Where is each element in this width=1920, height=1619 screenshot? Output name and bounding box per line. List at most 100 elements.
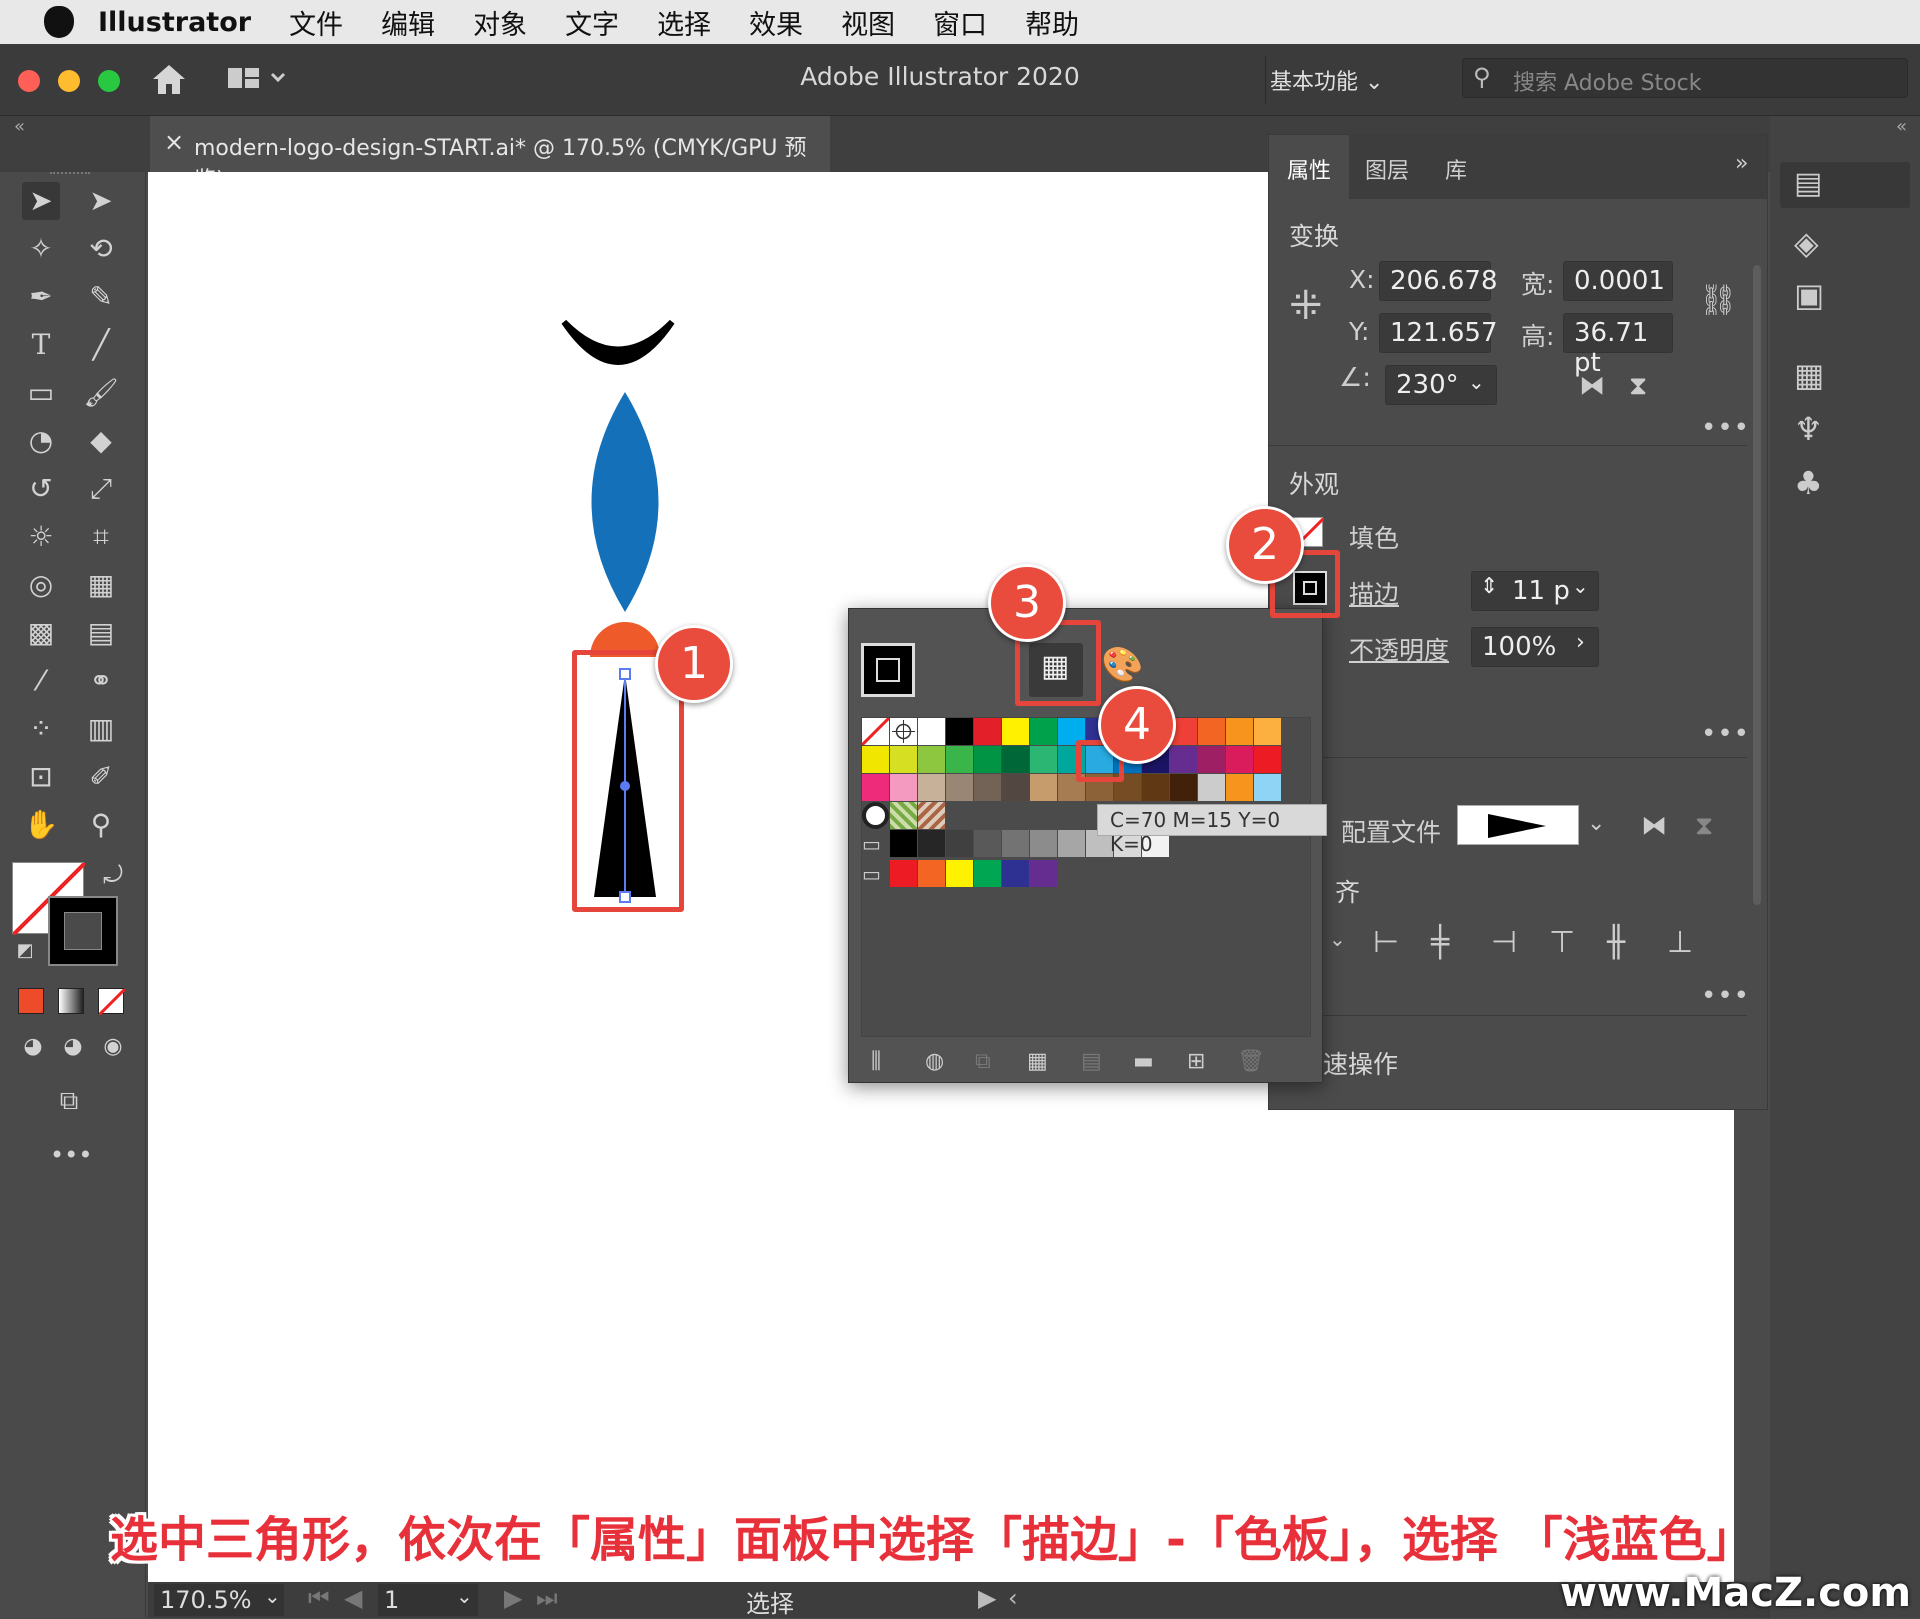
color-swatch[interactable] xyxy=(974,774,1001,801)
color-group-icon[interactable]: ▤ xyxy=(1081,1049,1102,1074)
menu-help[interactable]: 帮助 xyxy=(1025,3,1079,42)
screen-mode-icon[interactable]: ⧉ xyxy=(50,1082,88,1120)
color-swatch[interactable] xyxy=(890,830,917,857)
constrain-proportions-icon[interactable]: ⛓ xyxy=(1699,283,1737,318)
curvature-tool-icon[interactable]: ✎ xyxy=(82,278,120,316)
column-graph-tool-icon[interactable]: ▥ xyxy=(82,710,120,748)
color-swatch[interactable] xyxy=(1002,746,1029,773)
color-swatch[interactable] xyxy=(890,860,917,887)
reference-point-icon[interactable]: ⁜ xyxy=(1289,283,1323,329)
apple-icon[interactable] xyxy=(44,6,74,38)
stroke-preview-swatch[interactable] xyxy=(861,643,915,697)
last-artboard-icon[interactable]: ⏭ xyxy=(536,1584,558,1612)
color-swatch[interactable] xyxy=(1170,774,1197,801)
color-swatch[interactable] xyxy=(974,746,1001,773)
warp-tool-icon[interactable]: ☼ xyxy=(22,518,60,556)
hand-tool-icon[interactable]: ✋ xyxy=(22,806,60,844)
pattern-swatch[interactable] xyxy=(918,802,945,829)
collapse-dock-icon[interactable]: « xyxy=(1896,116,1907,137)
gradient-mode-icon[interactable] xyxy=(58,988,84,1014)
default-fill-stroke-icon[interactable]: ◩ xyxy=(6,932,44,970)
color-swatch[interactable] xyxy=(1254,718,1281,745)
color-swatch[interactable] xyxy=(1002,860,1029,887)
eyedropper-tool-icon[interactable]: ⁄ xyxy=(22,662,60,700)
swatch-libraries-icon[interactable]: ⫼ xyxy=(871,1049,881,1074)
color-swatch[interactable] xyxy=(918,746,945,773)
new-swatch-icon[interactable]: ⊞ xyxy=(1187,1049,1205,1074)
color-swatch[interactable] xyxy=(1030,774,1057,801)
color-swatch[interactable] xyxy=(862,774,889,801)
flip-profile-axis-icon[interactable]: ⧗ xyxy=(1695,811,1713,842)
blue-leaf-shape[interactable] xyxy=(591,392,659,612)
align-vertical-center-icon[interactable]: ╫ xyxy=(1607,925,1625,960)
arrange-documents-icon[interactable] xyxy=(226,66,290,92)
place-swatch-icon[interactable]: ⧉ xyxy=(975,1049,991,1074)
color-swatch[interactable] xyxy=(890,746,917,773)
symbols-icon[interactable]: ♣ xyxy=(1794,464,1823,502)
mesh-tool-icon[interactable]: ▩ xyxy=(22,614,60,652)
layers-icon[interactable]: ◈ xyxy=(1794,224,1819,262)
first-artboard-icon[interactable]: ⏮ xyxy=(308,1584,330,1612)
color-swatch[interactable] xyxy=(1030,830,1057,857)
color-swatch[interactable] xyxy=(890,774,917,801)
chevron-down-icon[interactable]: ⌄ xyxy=(1587,811,1605,836)
collapse-toolbar-icon[interactable]: « xyxy=(14,116,25,137)
scale-tool-icon[interactable]: ⤢ xyxy=(82,470,120,508)
gradient-tool-icon[interactable]: ▤ xyxy=(82,614,120,652)
rotate-tool-icon[interactable]: ↺ xyxy=(22,470,60,508)
align-bottom-icon[interactable]: ⊥ xyxy=(1667,925,1693,960)
color-swatch[interactable] xyxy=(918,860,945,887)
opacity-input[interactable]: 100% › xyxy=(1471,627,1599,667)
color-swatch[interactable] xyxy=(1254,774,1281,801)
color-mixer-icon[interactable]: 🎨 xyxy=(1101,645,1143,685)
menu-file[interactable]: 文件 xyxy=(289,3,343,42)
libraries-icon[interactable]: ▣ xyxy=(1794,276,1824,314)
color-swatch[interactable] xyxy=(1226,718,1253,745)
previous-artboard-icon[interactable]: ◀ xyxy=(344,1584,362,1612)
color-swatch[interactable] xyxy=(918,718,945,745)
menu-app-name[interactable]: Illustrator xyxy=(98,7,251,38)
color-swatch[interactable] xyxy=(1002,774,1029,801)
stroke-profile-dropdown[interactable] xyxy=(1457,805,1579,845)
tab-layers[interactable]: 图层 xyxy=(1365,135,1409,199)
color-swatch[interactable] xyxy=(1198,774,1225,801)
color-swatch[interactable] xyxy=(946,774,973,801)
stroke-label[interactable]: 描边 xyxy=(1349,575,1399,611)
color-swatch[interactable] xyxy=(974,718,1001,745)
edit-toolbar-icon[interactable]: ••• xyxy=(50,1136,92,1174)
color-swatch[interactable] xyxy=(974,860,1001,887)
properties-dock-button[interactable]: ▤ xyxy=(1780,162,1910,208)
color-swatch[interactable] xyxy=(1226,774,1253,801)
color-swatch[interactable] xyxy=(1142,774,1169,801)
align-top-icon[interactable]: ⊤ xyxy=(1549,925,1575,960)
menu-type[interactable]: 文字 xyxy=(565,3,619,42)
shaper-tool-icon[interactable]: ◔ xyxy=(22,422,60,460)
menu-edit[interactable]: 编辑 xyxy=(381,3,435,42)
color-swatch[interactable] xyxy=(1226,746,1253,773)
perspective-grid-tool-icon[interactable]: ▦ xyxy=(82,566,120,604)
zoom-tool-icon[interactable]: ⚲ xyxy=(82,806,120,844)
selection-tool-icon[interactable]: ➤ xyxy=(22,182,60,220)
color-swatch[interactable] xyxy=(946,718,973,745)
new-color-group-icon[interactable]: ▬ xyxy=(1133,1049,1154,1074)
more-options-icon[interactable]: ••• xyxy=(1701,719,1750,749)
color-swatch[interactable] xyxy=(1198,718,1225,745)
color-swatch[interactable] xyxy=(1030,860,1057,887)
color-swatch[interactable] xyxy=(862,746,889,773)
pattern-swatch[interactable] xyxy=(890,802,917,829)
type-tool-icon[interactable]: T xyxy=(22,326,60,364)
color-swatch[interactable] xyxy=(1058,830,1085,857)
menu-select[interactable]: 选择 xyxy=(657,3,711,42)
menu-object[interactable]: 对象 xyxy=(473,3,527,42)
close-window-button[interactable] xyxy=(18,70,40,92)
next-artboard-icon[interactable]: ▶ xyxy=(504,1584,522,1612)
zoom-level-input[interactable]: 170.5% ⌄ xyxy=(154,1584,284,1616)
free-transform-tool-icon[interactable]: ⌗ xyxy=(82,518,120,556)
draw-behind-icon[interactable]: ◕ xyxy=(54,1028,92,1066)
adobe-stock-search-input[interactable]: ⚲ 搜索 Adobe Stock xyxy=(1462,58,1908,98)
menu-effect[interactable]: 效果 xyxy=(749,3,803,42)
scroll-left-icon[interactable]: ‹ xyxy=(1008,1584,1018,1612)
close-tab-icon[interactable]: × xyxy=(164,128,184,156)
pen-tool-icon[interactable]: ✒ xyxy=(22,278,60,316)
blend-tool-icon[interactable]: ⚭ xyxy=(82,662,120,700)
